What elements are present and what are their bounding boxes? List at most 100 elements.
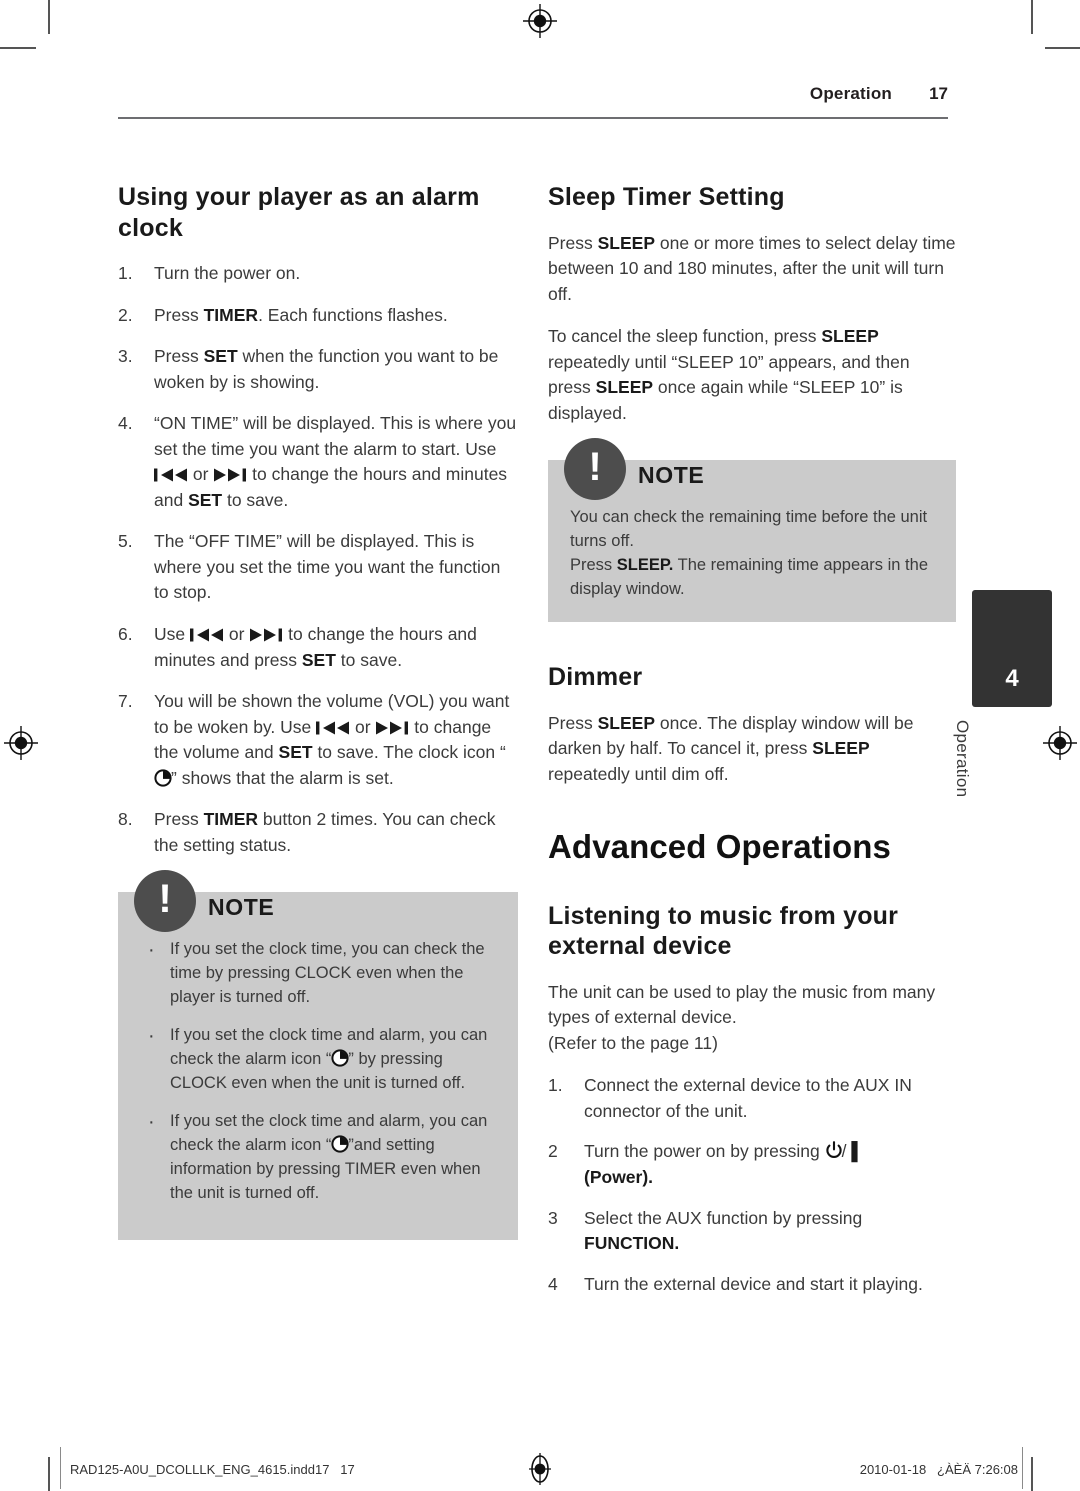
numbered-step: 3 Select the AUX function by pressing FUN… <box>548 1206 956 1257</box>
note-bullet: If you set the clock time and alarm, you… <box>140 1108 498 1206</box>
step-number: 6. <box>118 624 133 645</box>
step-number: 3 <box>548 1207 558 1228</box>
manual-page: Operation 17 Using your player as an ala… <box>0 0 1080 1491</box>
step-text: Turn the power on. <box>154 263 301 283</box>
exclamation-icon: ! <box>564 438 626 501</box>
step-number: 1. <box>548 1075 563 1096</box>
sleep-timer-paragraph: Press SLEEP one or more times to select … <box>548 232 956 304</box>
heading-external-device: Listening to music from your external de… <box>548 901 899 961</box>
emphasised-term: TIMER <box>203 304 259 325</box>
heading-sleep-timer: Sleep Timer Setting <box>548 183 785 211</box>
emphasised-term: SLEEP <box>597 232 655 253</box>
footer-timestamp: 2010-01-18 ¿ÀÈÄ 7:26:08 <box>859 1462 1018 1477</box>
emphasised-term: SET <box>278 742 313 763</box>
footer-filename: RAD125-A0U_DCOLLLK_ENG_4615.indd17 17 <box>70 1462 355 1477</box>
step-text: You will be shown the volume (VOL) you w… <box>154 691 510 788</box>
exclamation-icon: ! <box>134 870 196 933</box>
emphasised-term: SET <box>301 649 336 670</box>
registration-mark-top <box>523 4 557 38</box>
step-text: Press SET when the function you want to … <box>154 346 499 392</box>
external-device-paragraph: The unit can be used to play the music f… <box>548 981 936 1053</box>
step-text: Select the AUX function by pressing FUNC… <box>584 1207 863 1254</box>
heading-alarm-clock: Using your player as an alarm clock <box>118 183 480 242</box>
emphasised-term: SLEEP. <box>616 556 674 575</box>
note-text: You can check the remaining time before … <box>570 508 928 599</box>
sleep-timer-paragraphs: Press SLEEP one or more times to select … <box>548 231 956 427</box>
note-title: NOTE <box>208 894 275 921</box>
step-number: 4. <box>118 413 133 434</box>
crop-mark-top-left-horizontal <box>0 47 36 49</box>
skip-forward-icon <box>249 624 283 642</box>
right-column: Sleep Timer Setting Press SLEEP one or m… <box>548 182 956 1312</box>
alarm-clock-steps: 1. Turn the power on. 2. Press TIMER. Each … <box>118 261 518 858</box>
emphasised-term: (Power). <box>584 1167 654 1188</box>
clock-icon <box>331 1135 350 1153</box>
note-title: NOTE <box>638 462 705 489</box>
numbered-step: 2. Press TIMER. Each functions flashes. <box>118 303 518 329</box>
heading-dimmer: Dimmer <box>548 663 643 692</box>
emphasised-term: SLEEP <box>812 738 870 759</box>
step-number: 2 <box>548 1141 558 1162</box>
step-number: 3. <box>118 346 133 367</box>
power-icon <box>825 1141 842 1159</box>
chapter-title-advanced-operations: Advanced Operations <box>548 828 891 866</box>
numbered-step: 2 Turn the power on by pressing / ▌ (Power… <box>548 1139 956 1190</box>
skip-forward-icon <box>213 464 247 482</box>
skip-forward-icon <box>375 717 409 735</box>
skip-back-icon <box>154 464 188 482</box>
step-number: 8. <box>118 809 133 830</box>
skip-back-icon <box>316 717 350 735</box>
crop-mark-top-right-vertical <box>1031 0 1033 34</box>
step-number: 1. <box>118 263 133 283</box>
numbered-step: 5. The “OFF TIME” will be displayed. This… <box>118 529 518 606</box>
step-text: Use or to change the hours and minutes a… <box>154 624 477 670</box>
dimmer-paragraph: Press SLEEP once. The display window wil… <box>548 712 914 784</box>
note-bullet: If you set the clock time, you can check… <box>140 936 498 1010</box>
step-text: Press TIMER button 2 times. You can chec… <box>154 809 496 855</box>
header-section-title: Operation <box>809 84 892 103</box>
numbered-step: 4 Turn the external device and start it p… <box>548 1272 956 1298</box>
numbered-step: 4. “ON TIME” will be displayed. This is w… <box>118 411 518 513</box>
step-text: The “OFF TIME” will be displayed. This i… <box>154 531 501 603</box>
external-device-steps: 1. Connect the external device to the AUX… <box>548 1073 956 1297</box>
header-page-number: 17 <box>929 84 948 103</box>
emphasised-term: SLEEP <box>597 712 655 733</box>
step-text: Turn the external device and start it pl… <box>584 1273 923 1294</box>
step-number: 4 <box>548 1273 558 1294</box>
header-rule <box>118 117 948 119</box>
page-footer: RAD125-A0U_DCOLLLK_ENG_4615.indd17 17 20… <box>0 1462 1080 1482</box>
chapter-tab: 4 <box>972 590 1052 707</box>
emphasised-term: SET <box>188 489 223 510</box>
note-bullet: If you set the clock time and alarm, you… <box>140 1022 498 1096</box>
chapter-tab-label: Operation <box>953 720 972 798</box>
step-text: Turn the power on by pressing / ▌ (Power)… <box>584 1141 864 1188</box>
note-box-alarm: ! NOTE If you set the clock time, you ca… <box>118 870 518 1240</box>
note-bullet-list: If you set the clock time, you can check… <box>140 936 498 1206</box>
chapter-tab-number: 4 <box>1005 665 1019 692</box>
left-column: Using your player as an alarm clock 1. Tu… <box>118 182 518 1240</box>
crop-mark-top-right-horizontal <box>1045 47 1080 49</box>
note-box-sleep: ! NOTE You can check the remaining time … <box>548 438 956 623</box>
numbered-step: 6. Use or to change the hours and minutes… <box>118 622 518 673</box>
numbered-step: 8. Press TIMER button 2 times. You can ch… <box>118 807 518 858</box>
numbered-step: 7. You will be shown the volume (VOL) you… <box>118 689 518 791</box>
page-header: Operation 17 <box>118 84 948 104</box>
step-number: 7. <box>118 691 133 712</box>
step-number: 5. <box>118 531 133 552</box>
crop-mark-top-left-vertical <box>48 0 50 34</box>
step-text: Connect the external device to the AUX I… <box>584 1075 912 1121</box>
registration-mark-left <box>4 726 38 760</box>
numbered-step: 3. Press SET when the function you want t… <box>118 344 518 395</box>
numbered-step: 1. Connect the external device to the AUX… <box>548 1073 956 1124</box>
emphasised-term: SET <box>203 346 238 367</box>
registration-mark-right <box>1043 726 1077 760</box>
emphasised-term: SLEEP <box>595 377 654 398</box>
emphasised-term: TIMER <box>203 809 259 830</box>
step-text: Press TIMER. Each functions flashes. <box>154 304 448 325</box>
skip-back-icon <box>189 624 224 642</box>
emphasised-term: FUNCTION. <box>584 1233 680 1254</box>
numbered-step: 1. Turn the power on. <box>118 261 518 287</box>
emphasised-term: SLEEP <box>821 326 879 347</box>
step-number: 2. <box>118 304 133 325</box>
emphasised-term: ▌ <box>851 1141 864 1162</box>
